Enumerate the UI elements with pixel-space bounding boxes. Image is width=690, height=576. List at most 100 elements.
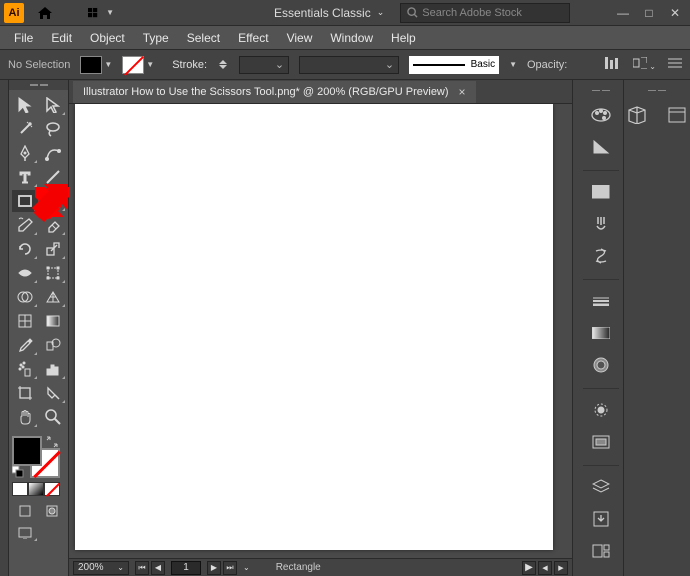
document-tab[interactable]: Illustrator How to Use the Scissors Tool… <box>73 81 476 103</box>
graphic-style-dropdown[interactable]: Basic <box>409 56 499 74</box>
brushes-panel-icon[interactable] <box>584 209 618 239</box>
document-tab-bar: Illustrator How to Use the Scissors Tool… <box>69 80 572 104</box>
stroke-panel-icon[interactable] <box>584 286 618 316</box>
prev-artboard-button[interactable]: ◀ <box>151 561 165 575</box>
lasso-tool[interactable] <box>40 118 66 140</box>
menu-view[interactable]: View <box>279 28 321 48</box>
screen-mode-button[interactable] <box>12 524 38 542</box>
artboard-number-input[interactable]: 1 <box>171 561 201 575</box>
align-panel-icon[interactable] <box>605 57 621 72</box>
libraries-panel-icon[interactable] <box>620 100 654 130</box>
zoom-level-input[interactable]: 200%⌄ <box>73 561 129 575</box>
asset-export-panel-icon[interactable] <box>584 504 618 534</box>
mesh-tool[interactable] <box>12 310 38 332</box>
symbols-panel-icon[interactable] <box>584 241 618 271</box>
panel-grip-2[interactable] <box>624 84 690 96</box>
red-arrow-icon <box>30 182 72 224</box>
preferences-icon[interactable] <box>668 57 682 72</box>
arrange-documents-button[interactable]: ▼ <box>88 3 114 23</box>
symbol-sprayer-tool[interactable] <box>12 358 38 380</box>
artboard-tool[interactable] <box>12 382 38 404</box>
fill-dropdown-icon[interactable]: ▼ <box>104 60 112 69</box>
search-stock-input[interactable]: Search Adobe Stock <box>400 3 570 23</box>
selection-label: No Selection <box>8 59 70 71</box>
brush-definition-dropdown[interactable]: ⌄ <box>299 56 399 74</box>
curvature-tool[interactable] <box>40 142 66 164</box>
stroke-weight-stepper[interactable] <box>217 56 229 74</box>
menu-bar: File Edit Object Type Select Effect View… <box>0 26 690 50</box>
column-graph-tool[interactable] <box>40 358 66 380</box>
style-dropdown-icon[interactable]: ▼ <box>509 60 517 69</box>
fill-color-swatch[interactable] <box>12 436 42 466</box>
swatches-panel-icon[interactable] <box>584 177 618 207</box>
control-bar: No Selection ▼ ▼ Stroke: ⌄ ⌄ Basic ▼ Opa… <box>0 50 690 80</box>
direct-selection-tool[interactable] <box>40 94 66 116</box>
canvas-viewport[interactable] <box>69 104 572 558</box>
first-artboard-button[interactable]: ⏮ <box>135 561 149 575</box>
minimize-button[interactable]: — <box>612 3 634 23</box>
artboard[interactable] <box>75 104 553 550</box>
scale-tool[interactable] <box>40 238 66 260</box>
eyedropper-tool[interactable] <box>12 334 38 356</box>
stroke-dropdown-icon[interactable]: ▼ <box>146 60 154 69</box>
transparency-panel-icon[interactable] <box>584 350 618 380</box>
appearance-panel-icon[interactable] <box>584 395 618 425</box>
menu-edit[interactable]: Edit <box>43 28 80 48</box>
color-mode-buttons <box>12 482 65 496</box>
transform-panel-icon[interactable]: ⌄ <box>633 57 656 72</box>
slice-tool[interactable] <box>40 382 66 404</box>
draw-normal-icon[interactable] <box>12 502 38 520</box>
gradient-tool[interactable] <box>40 310 66 332</box>
layers-panel-icon[interactable] <box>584 472 618 502</box>
artboard-nav: ⏮ ◀ <box>135 561 165 575</box>
artboards-panel-icon[interactable] <box>584 536 618 566</box>
panel-grip-1[interactable] <box>578 84 623 96</box>
close-button[interactable]: ✕ <box>664 3 686 23</box>
graphic-styles-panel-icon[interactable] <box>584 427 618 457</box>
blend-tool[interactable] <box>40 334 66 356</box>
stroke-profile-dropdown[interactable]: ⌄ <box>239 56 289 74</box>
color-mode-gradient[interactable] <box>28 482 44 496</box>
menu-effect[interactable]: Effect <box>230 28 276 48</box>
pen-tool[interactable] <box>12 142 38 164</box>
rotate-tool[interactable] <box>12 238 38 260</box>
zoom-tool[interactable] <box>40 406 66 428</box>
tool-panel-grip[interactable] <box>9 80 68 90</box>
scroll-right-button[interactable]: ▶ <box>522 561 536 575</box>
last-artboard-button[interactable]: ⏭ <box>223 561 237 575</box>
close-tab-icon[interactable]: × <box>459 85 466 99</box>
hand-tool[interactable] <box>12 406 38 428</box>
free-transform-tool[interactable] <box>40 262 66 284</box>
menu-type[interactable]: Type <box>135 28 177 48</box>
menu-window[interactable]: Window <box>322 28 381 48</box>
shape-builder-tool[interactable] <box>12 286 38 308</box>
properties-panel-icon[interactable] <box>660 100 690 130</box>
fill-swatch[interactable] <box>80 56 102 74</box>
stroke-swatch[interactable] <box>122 56 144 74</box>
color-guide-panel-icon[interactable] <box>584 132 618 162</box>
selection-tool[interactable] <box>12 94 38 116</box>
width-tool[interactable] <box>12 262 38 284</box>
menu-object[interactable]: Object <box>82 28 133 48</box>
ai-logo-icon: Ai <box>4 3 24 23</box>
color-panel-icon[interactable] <box>584 100 618 130</box>
next-artboard-button[interactable]: ▶ <box>207 561 221 575</box>
draw-behind-icon[interactable] <box>40 502 66 520</box>
default-fill-stroke-icon[interactable] <box>12 466 24 478</box>
workspace-switcher[interactable]: Essentials Classic⌄ <box>274 6 384 20</box>
home-button[interactable] <box>32 3 58 23</box>
menu-help[interactable]: Help <box>383 28 424 48</box>
gradient-panel-icon[interactable] <box>584 318 618 348</box>
menu-select[interactable]: Select <box>179 28 228 48</box>
fill-stroke-indicator[interactable] <box>9 432 68 500</box>
perspective-grid-tool[interactable] <box>40 286 66 308</box>
maximize-button[interactable]: □ <box>638 3 660 23</box>
scroll-left-small[interactable]: ◀ <box>538 561 552 575</box>
color-mode-solid[interactable] <box>12 482 28 496</box>
magic-wand-tool[interactable] <box>12 118 38 140</box>
swap-fill-stroke-icon[interactable] <box>46 436 58 448</box>
menu-file[interactable]: File <box>6 28 41 48</box>
scroll-right-small[interactable]: ▶ <box>554 561 568 575</box>
artboard-nav-dropdown[interactable]: ⌄ <box>243 563 250 572</box>
color-mode-none[interactable] <box>44 482 60 496</box>
